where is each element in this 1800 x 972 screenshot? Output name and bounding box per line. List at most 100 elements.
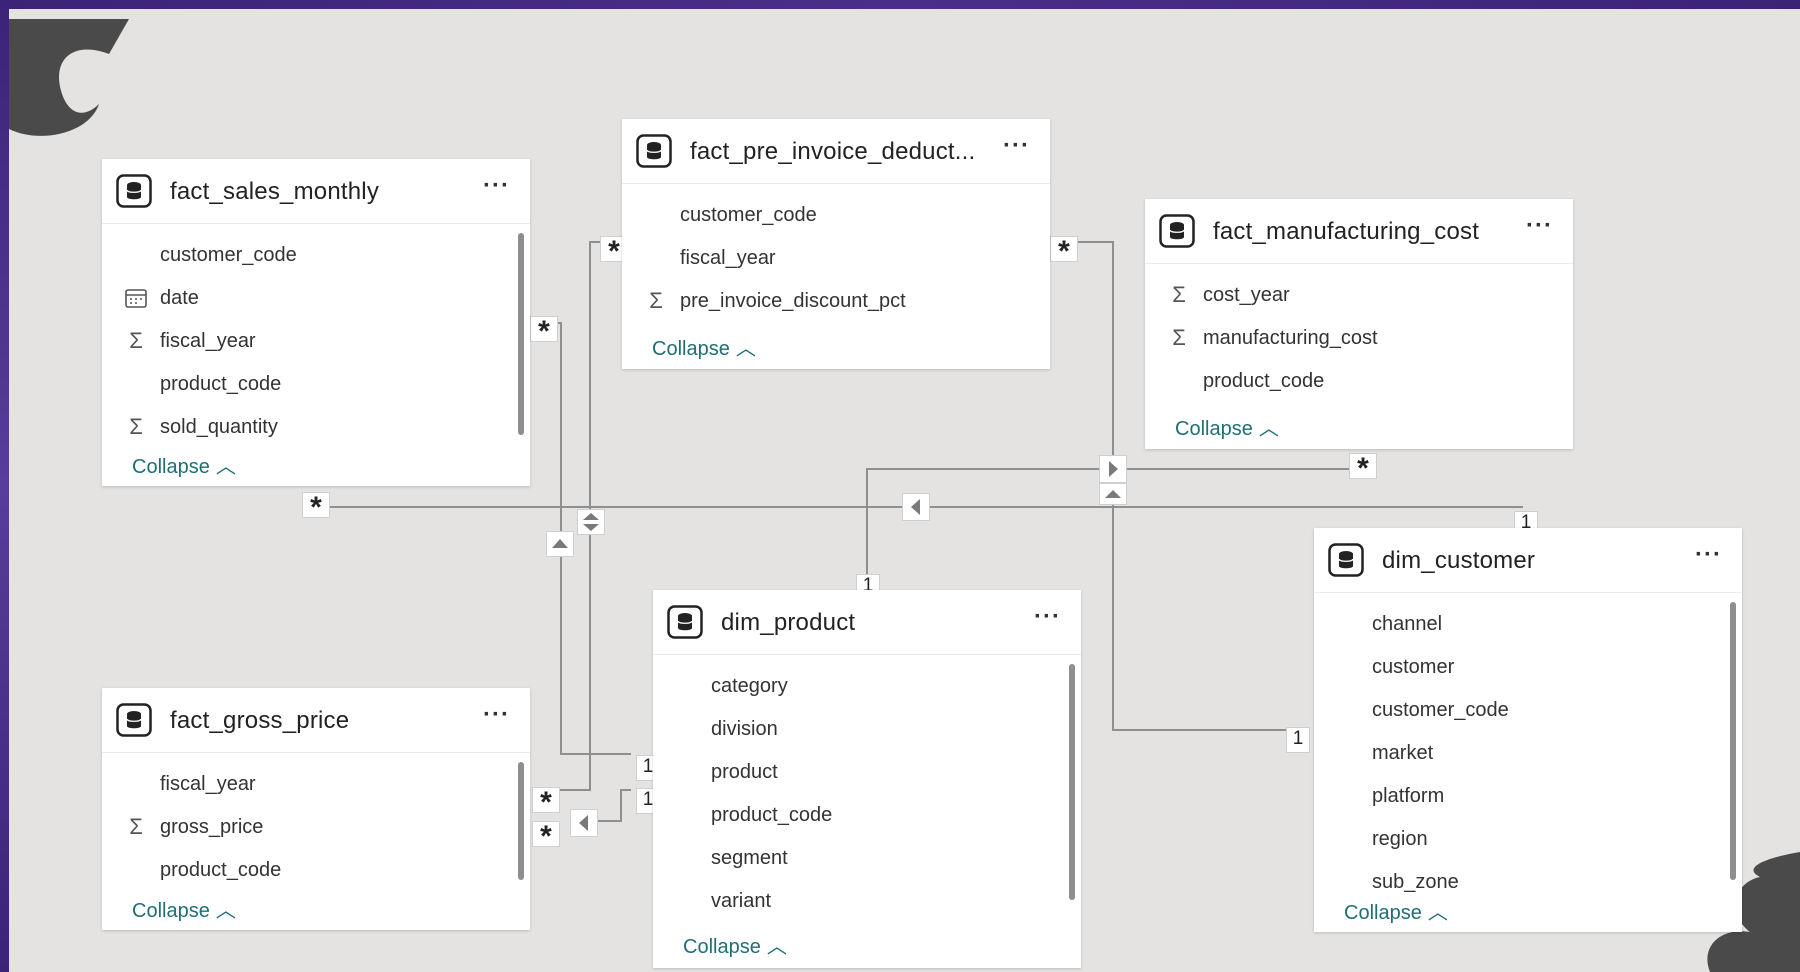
table-header[interactable]: dim_customer ···: [1314, 528, 1742, 593]
chevron-up-icon: ︿: [1258, 418, 1279, 440]
more-options-button[interactable]: ···: [1695, 541, 1722, 569]
scrollbar[interactable]: [1730, 602, 1736, 880]
field-row[interactable]: channel: [1314, 603, 1742, 646]
scrollbar[interactable]: [518, 762, 524, 880]
table-header[interactable]: fact_sales_monthly ···: [102, 159, 530, 224]
database-icon: [667, 605, 703, 639]
database-icon: [116, 174, 152, 208]
sigma-icon: Σ: [1172, 325, 1186, 350]
collapse-button[interactable]: Collapse ︿: [1175, 412, 1279, 441]
field-row[interactable]: customer: [1314, 646, 1742, 689]
field-row[interactable]: variant: [653, 880, 1081, 923]
field-row[interactable]: Σ fiscal_year: [102, 320, 530, 363]
scrollbar[interactable]: [518, 233, 524, 435]
table-title: dim_product: [721, 609, 856, 636]
field-row[interactable]: Σ gross_price: [102, 806, 530, 849]
collapse-button[interactable]: Collapse ︿: [683, 930, 787, 959]
collapse-button[interactable]: Collapse ︿: [132, 894, 236, 923]
field-label: customer_code: [160, 244, 297, 266]
table-card-fact-pre-invoice[interactable]: fact_pre_invoice_deduct... ··· customer_…: [622, 119, 1050, 369]
more-options-button[interactable]: ···: [483, 172, 510, 200]
field-label: fiscal_year: [160, 330, 256, 352]
sigma-icon: Σ: [129, 328, 143, 353]
chevron-up-icon: ︿: [1427, 902, 1448, 924]
field-list: customer_code date Σ fiscal_year product…: [102, 224, 530, 449]
field-list: category division product product_code s…: [653, 655, 1081, 923]
field-row[interactable]: division: [653, 708, 1081, 751]
arrow-up-icon: [546, 531, 574, 557]
table-card-dim-product[interactable]: dim_product ··· category division produc…: [653, 590, 1081, 968]
field-row[interactable]: customer_code: [102, 234, 530, 277]
window-frame-left: [0, 0, 9, 972]
field-label: sold_quantity: [160, 416, 278, 438]
field-row[interactable]: customer_code: [1314, 689, 1742, 732]
field-label: fiscal_year: [680, 247, 776, 269]
field-row[interactable]: Σ cost_year: [1145, 274, 1573, 317]
field-label: customer_code: [680, 204, 817, 226]
table-card-dim-customer[interactable]: dim_customer ··· channel customer custom…: [1314, 528, 1742, 932]
window-frame-top: [0, 0, 1800, 9]
table-header[interactable]: fact_pre_invoice_deduct... ···: [622, 119, 1050, 184]
chevron-up-icon: ︿: [215, 900, 236, 922]
collapse-button[interactable]: Collapse ︿: [652, 332, 756, 361]
field-label: product_code: [711, 804, 833, 826]
field-row[interactable]: product_code: [102, 849, 530, 892]
field-row[interactable]: Σ manufacturing_cost: [1145, 317, 1573, 360]
field-label: market: [1372, 742, 1434, 764]
field-row[interactable]: region: [1314, 818, 1742, 861]
more-options-button[interactable]: ···: [1003, 132, 1030, 160]
collapse-label: Collapse: [1344, 902, 1422, 924]
field-row[interactable]: market: [1314, 732, 1742, 775]
arrow-right-icon: [1099, 455, 1127, 483]
field-row[interactable]: Σ sold_quantity: [102, 406, 530, 449]
field-row[interactable]: segment: [653, 837, 1081, 880]
field-row[interactable]: customer_code: [622, 194, 1050, 237]
database-icon: [1328, 543, 1364, 577]
field-row[interactable]: Σ pre_invoice_discount_pct: [622, 280, 1050, 323]
table-title: fact_manufacturing_cost: [1213, 218, 1480, 245]
more-options-button[interactable]: ···: [483, 701, 510, 729]
model-canvas[interactable]: * 1 * * * * 1 1 1 1 * * fact_sales_month…: [9, 9, 1800, 972]
field-row[interactable]: fiscal_year: [102, 763, 530, 806]
many-marker: *: [1050, 236, 1078, 267]
collapse-label: Collapse: [132, 900, 210, 922]
field-label: customer: [1372, 656, 1455, 678]
table-card-fact-gross-price[interactable]: fact_gross_price ··· fiscal_year Σ gross…: [102, 688, 530, 930]
scrollbar[interactable]: [1069, 664, 1075, 900]
field-row[interactable]: fiscal_year: [622, 237, 1050, 280]
table-card-fact-sales-monthly[interactable]: fact_sales_monthly ··· customer_code dat…: [102, 159, 530, 486]
field-row[interactable]: platform: [1314, 775, 1742, 818]
table-header[interactable]: fact_gross_price ···: [102, 688, 530, 753]
field-row[interactable]: product_code: [653, 794, 1081, 837]
field-row[interactable]: product_code: [102, 363, 530, 406]
more-options-button[interactable]: ···: [1526, 212, 1553, 240]
field-label: segment: [711, 847, 788, 869]
database-icon: [1159, 214, 1195, 248]
field-label: product_code: [1203, 370, 1325, 392]
field-label: category: [711, 675, 788, 697]
table-header[interactable]: dim_product ···: [653, 590, 1081, 655]
calendar-icon: [125, 289, 147, 308]
sigma-icon: Σ: [649, 288, 663, 313]
field-label: customer_code: [1372, 699, 1509, 721]
field-label: cost_year: [1203, 284, 1290, 306]
table-card-fact-manufacturing-cost[interactable]: fact_manufacturing_cost ··· Σ cost_year …: [1145, 199, 1573, 449]
collapse-label: Collapse: [652, 338, 730, 360]
field-list: Σ cost_year Σ manufacturing_cost product…: [1145, 264, 1573, 403]
field-row[interactable]: product_code: [1145, 360, 1573, 403]
field-label: gross_price: [160, 816, 264, 838]
field-label: product: [711, 761, 778, 783]
field-row[interactable]: category: [653, 665, 1081, 708]
field-label: fiscal_year: [160, 773, 256, 795]
table-title: fact_gross_price: [170, 707, 350, 734]
field-row[interactable]: product: [653, 751, 1081, 794]
field-list: customer_code fiscal_year Σ pre_invoice_…: [622, 184, 1050, 323]
field-row[interactable]: date: [102, 277, 530, 320]
table-header[interactable]: fact_manufacturing_cost ···: [1145, 199, 1573, 264]
collapse-button[interactable]: Collapse ︿: [1344, 896, 1448, 925]
one-marker: 1: [1286, 727, 1310, 753]
sigma-icon: Σ: [129, 414, 143, 439]
collapse-button[interactable]: Collapse ︿: [132, 450, 236, 479]
more-options-button[interactable]: ···: [1034, 603, 1061, 631]
field-label: division: [711, 718, 778, 740]
